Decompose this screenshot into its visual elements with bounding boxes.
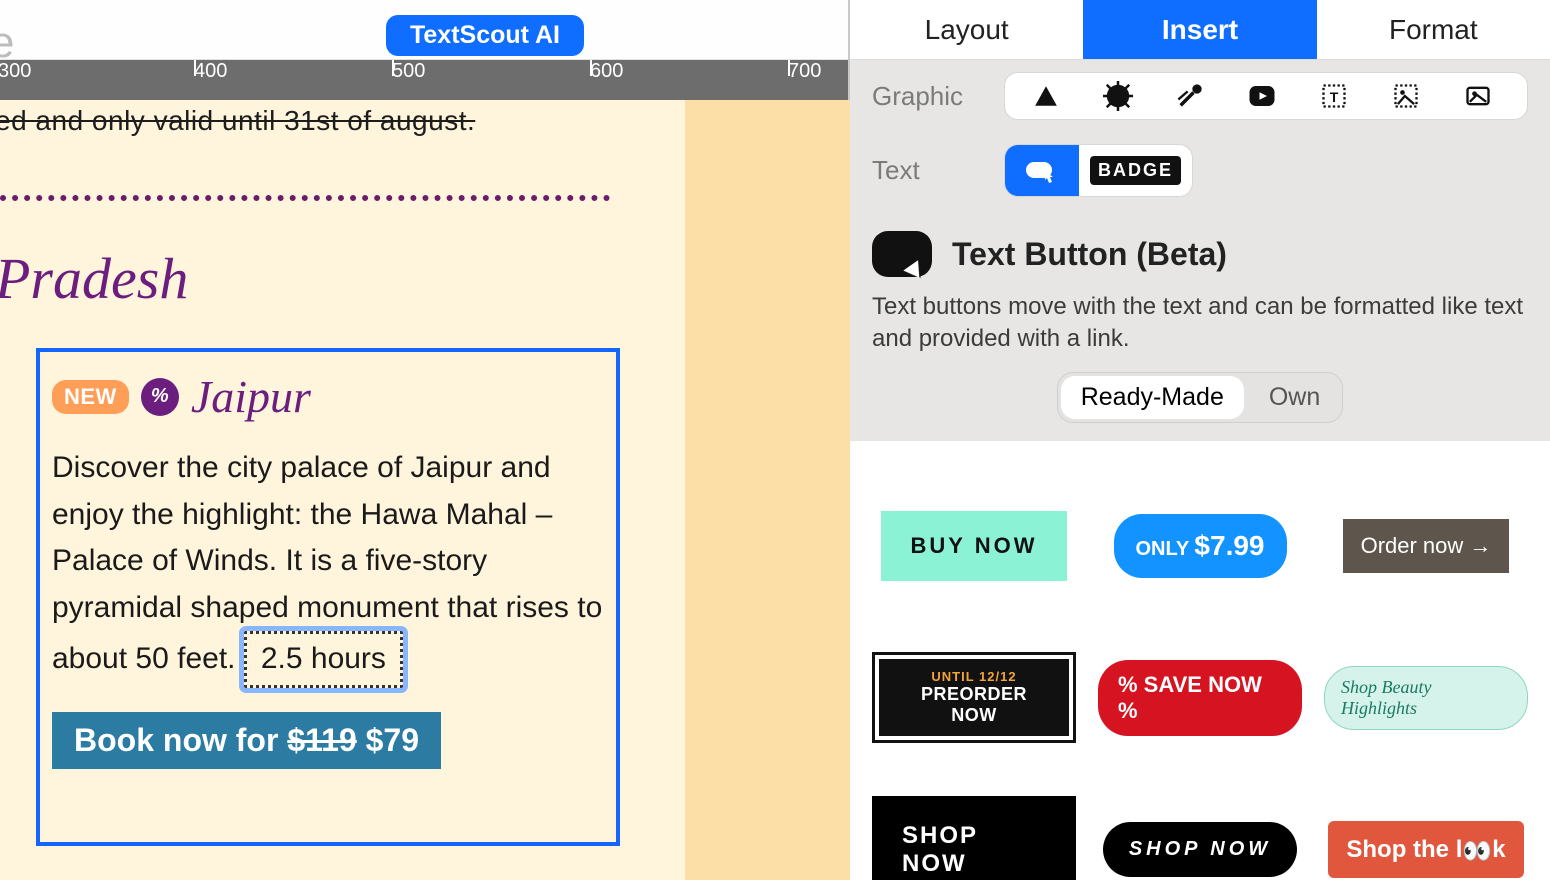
preset-shop-now-square[interactable]: SHOP NOW (872, 796, 1076, 880)
section-description: Text buttons move with the text and can … (850, 287, 1550, 372)
seg-own[interactable]: Own (1247, 373, 1342, 422)
text-row-label: Text (872, 155, 982, 186)
preset-only-amount: $7.99 (1194, 530, 1264, 561)
preset-shop-the-look[interactable]: Shop the l👀k (1328, 821, 1523, 878)
preset-look-pre: Shop the l (1346, 836, 1462, 863)
percent-badge-icon[interactable]: % (141, 378, 179, 416)
text-frame-icon[interactable]: T (1319, 81, 1349, 111)
preset-source-segmented: Ready-Made Own (1057, 372, 1344, 423)
preset-only-prefix: ONLY (1136, 538, 1195, 560)
ruler-tick-400: 400 (194, 60, 227, 83)
seg-text-button[interactable] (1005, 145, 1079, 196)
inspector-tabs: Layout Insert Format (850, 0, 1550, 60)
preset-look-post: k (1492, 836, 1505, 863)
editor-canvas: e TextScout AI 300 400 500 600 700 ed an… (0, 0, 850, 880)
tab-insert[interactable]: Insert (1083, 0, 1316, 59)
graphic-row-label: Graphic (872, 81, 982, 112)
inspector-panel: Layout Insert Format Graphic T Text (850, 0, 1550, 880)
shape-triangle-icon[interactable] (1031, 81, 1061, 111)
image-icon[interactable] (1463, 81, 1493, 111)
comet-icon[interactable] (1175, 81, 1205, 111)
preset-preorder[interactable]: UNTIL 12/12 PREORDER NOW (872, 652, 1076, 743)
duration-text-button[interactable]: 2.5 hours (244, 631, 403, 688)
new-badge[interactable]: NEW (52, 380, 129, 414)
textscout-ai-button[interactable]: TextScout AI (386, 15, 584, 56)
preset-beauty-highlights[interactable]: Shop Beauty Highlights (1324, 666, 1528, 730)
video-play-icon[interactable] (1247, 81, 1277, 111)
eyes-icon: 👀 (1462, 837, 1492, 866)
book-prefix: Book now for (74, 722, 287, 758)
tab-format[interactable]: Format (1317, 0, 1550, 59)
text-button-large-icon (872, 231, 932, 277)
seg-ready-made[interactable]: Ready-Made (1061, 376, 1244, 419)
text-button-icon (1025, 159, 1059, 183)
page-surface[interactable]: ed and only valid until 31st of august. … (0, 100, 685, 880)
section-title: Text Button (Beta) (952, 236, 1227, 273)
horizontal-ruler[interactable]: 300 400 500 600 700 (0, 60, 848, 100)
preset-shop-now-pill[interactable]: SHOP NOW (1103, 822, 1297, 877)
preset-order-now[interactable]: Order now → (1343, 519, 1510, 573)
preset-only-price[interactable]: ONLY $7.99 (1114, 514, 1287, 578)
editor-topbar: e TextScout AI (0, 0, 848, 60)
new-price: $79 (366, 722, 419, 758)
selected-text-block[interactable]: NEW % Jaipur Discover the city palace of… (36, 348, 620, 846)
old-price: $119 (287, 722, 356, 758)
page-margin-area (685, 100, 850, 880)
region-heading[interactable]: Pradesh (0, 245, 188, 312)
ruler-tick-300: 300 (0, 60, 31, 83)
graphic-picker: T (1004, 72, 1528, 120)
preset-buy-now[interactable]: BUY NOW (881, 511, 1068, 581)
seg-badge: BADGE (1090, 156, 1181, 185)
struck-text-line[interactable]: ed and only valid until 31st of august. (0, 105, 475, 137)
seg-badge-wrap[interactable]: BADGE (1079, 145, 1192, 196)
text-row: Text BADGE (850, 132, 1550, 209)
section-header: Text Button (Beta) (850, 209, 1550, 287)
preset-preorder-bottom: PREORDER NOW (897, 684, 1051, 726)
city-heading[interactable]: Jaipur (191, 370, 311, 423)
book-now-button[interactable]: Book now for $119 $79 (52, 712, 441, 769)
dotted-divider (0, 195, 610, 201)
tab-layout[interactable]: Layout (850, 0, 1083, 59)
ruler-tick-700: 700 (788, 60, 821, 83)
svg-text:T: T (1330, 89, 1339, 105)
text-type-segmented: BADGE (1004, 144, 1193, 197)
preset-preorder-top: UNTIL 12/12 (897, 669, 1051, 684)
preset-save-now[interactable]: % SAVE NOW % (1098, 660, 1302, 736)
image-box-icon[interactable] (1391, 81, 1421, 111)
graphic-row: Graphic T (850, 60, 1550, 132)
ruler-tick-600: 600 (590, 60, 623, 83)
shape-burst-icon[interactable] (1103, 81, 1133, 111)
ruler-tick-500: 500 (392, 60, 425, 83)
card-description[interactable]: Discover the city palace of Jaipur and e… (52, 445, 604, 688)
preset-gallery[interactable]: BUY NOW ONLY $7.99 Order now → UNTIL 12/… (850, 441, 1550, 880)
